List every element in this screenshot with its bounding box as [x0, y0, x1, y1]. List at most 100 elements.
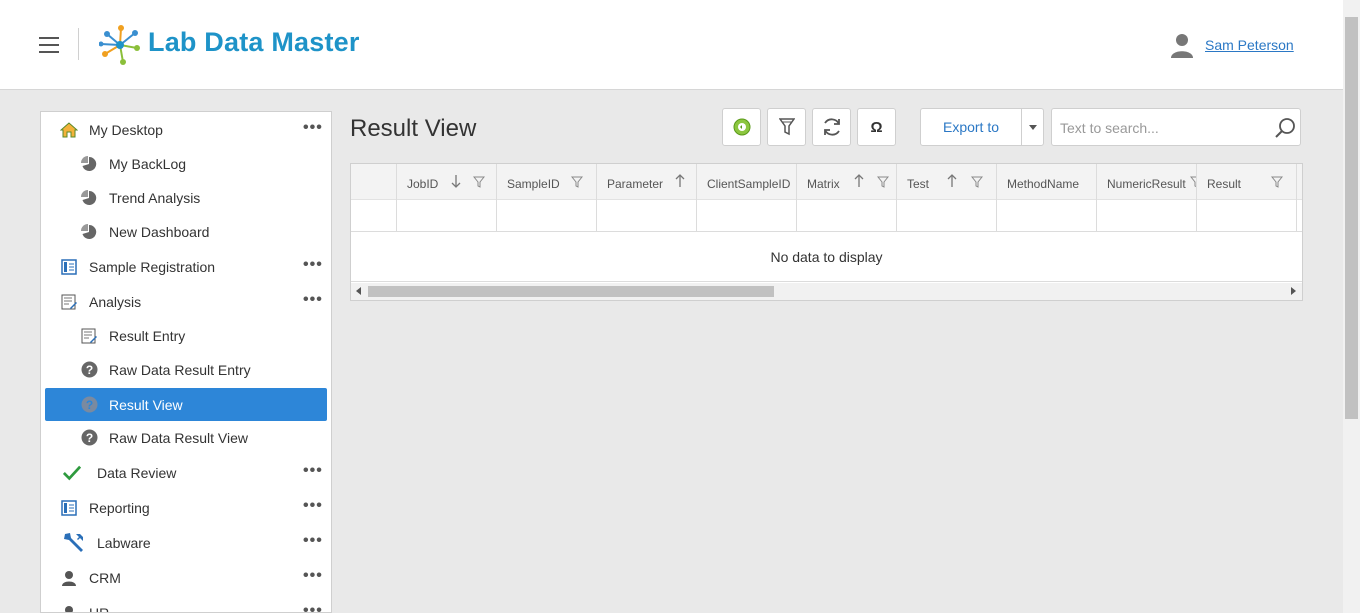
sidebar-item-trend-analysis[interactable]: Trend Analysis [45, 181, 327, 214]
column-header-label: Matrix [807, 177, 840, 191]
more-options-icon[interactable]: ••• [303, 602, 323, 612]
filter-button[interactable] [767, 108, 806, 146]
sidebar-item-label: Labware [97, 534, 151, 551]
person-icon [60, 569, 78, 587]
sidebar-item-label: Result Entry [109, 327, 186, 344]
sidebar-item-label: Sample Registration [89, 258, 216, 275]
filter-cell-matrix[interactable] [797, 200, 897, 232]
more-options-icon[interactable]: ••• [303, 462, 323, 480]
export-button[interactable]: Export to [920, 108, 1022, 146]
sidebar-item-raw-data-result-view[interactable]: ? Raw Data Result View [45, 421, 327, 454]
home-icon [60, 121, 78, 139]
scroll-left-arrow-icon[interactable] [356, 287, 361, 295]
sidebar-item-reporting[interactable]: Reporting ••• [45, 491, 327, 524]
sidebar-item-result-view[interactable]: ? Result View [45, 388, 327, 421]
grid-scrollbar-thumb[interactable] [368, 286, 774, 297]
sidebar-item-raw-data-result-entry[interactable]: ? Raw Data Result Entry [45, 353, 327, 386]
sidebar-item-crm[interactable]: CRM ••• [45, 561, 327, 594]
column-header-label: ClientSampleID [707, 177, 791, 191]
pie-chart-icon [80, 223, 98, 241]
column-header-label: NumericResult [1107, 177, 1186, 191]
column-filter-icon[interactable] [473, 176, 485, 188]
sidebar-item-result-entry[interactable]: Result Entry [45, 319, 327, 352]
checkmark-icon [63, 464, 81, 482]
export-dropdown-button[interactable] [1021, 108, 1044, 146]
column-header-parameter[interactable]: Parameter [597, 164, 697, 200]
filter-cell-jobid[interactable] [397, 200, 497, 232]
sidebar-item-label: Data Review [97, 464, 177, 481]
sidebar-item-data-review[interactable]: Data Review ••• [45, 456, 327, 489]
column-filter-icon[interactable] [1271, 176, 1283, 188]
filter-cell-sampleid[interactable] [497, 200, 597, 232]
sidebar-item-label: New Dashboard [109, 223, 210, 240]
sidebar-item-my-desktop[interactable]: My Desktop ••• [45, 113, 327, 146]
column-header-label: SampleID [507, 177, 560, 191]
sidebar-item-labware[interactable]: Labware ••• [45, 526, 327, 559]
sidebar-item-label: HR [89, 604, 110, 613]
page-scrollbar[interactable] [1343, 0, 1360, 613]
filter-cell-result[interactable] [1197, 200, 1297, 232]
column-filter-icon[interactable] [877, 176, 889, 188]
molecule-logo-icon [99, 25, 140, 65]
app-header: Lab Data Master Sam Peterson [0, 0, 1343, 90]
filter-cell-clientsampleid[interactable] [697, 200, 797, 232]
sort-ascending-icon [854, 174, 864, 187]
sidebar-item-analysis[interactable]: Analysis ••• [45, 285, 327, 318]
result-grid: JobID SampleID Parameter ClientSampleID … [350, 163, 1303, 301]
more-options-icon[interactable]: ••• [303, 291, 323, 309]
user-name-link[interactable]: Sam Peterson [1205, 37, 1294, 53]
column-filter-icon[interactable] [971, 176, 983, 188]
column-filter-icon[interactable] [1190, 176, 1197, 188]
page-scrollbar-thumb[interactable] [1345, 17, 1358, 419]
sidebar-item-label: Result View [109, 396, 183, 413]
user-avatar-icon[interactable] [1170, 32, 1194, 58]
pie-chart-icon [80, 189, 98, 207]
sidebar-item-label: Trend Analysis [109, 189, 201, 206]
page-title: Result View [350, 115, 477, 142]
sort-descending-icon [451, 175, 461, 188]
filter-cell-methodname[interactable] [997, 200, 1097, 232]
sidebar-item-my-backlog[interactable]: My BackLog [45, 147, 327, 180]
column-header-methodname[interactable]: MethodName [997, 164, 1097, 200]
wrench-icon [62, 531, 86, 555]
column-chooser-button[interactable]: Ω [857, 108, 896, 146]
sidebar-item-sample-registration[interactable]: Sample Registration ••• [45, 250, 327, 283]
sidebar-item-hr[interactable]: HR ••• [45, 596, 327, 613]
sidebar-item-new-dashboard[interactable]: New Dashboard [45, 215, 327, 248]
column-filter-icon[interactable] [571, 176, 583, 188]
column-header-result[interactable]: Result [1197, 164, 1297, 200]
column-header-matrix[interactable]: Matrix [797, 164, 897, 200]
add-button[interactable] [722, 108, 761, 146]
column-header-jobid[interactable]: JobID [397, 164, 497, 200]
more-options-icon[interactable]: ••• [303, 567, 323, 585]
grid-filter-row [351, 200, 1302, 232]
sidebar-nav: My Desktop ••• My BackLog Trend Analysis… [40, 111, 332, 613]
grid-header-select-column [351, 164, 397, 200]
refresh-button[interactable] [812, 108, 851, 146]
column-header-label: Test [907, 177, 930, 191]
edit-form-icon [60, 293, 78, 311]
filter-cell-numericresult[interactable] [1097, 200, 1197, 232]
more-options-icon[interactable]: ••• [303, 119, 323, 137]
column-header-label: JobID [407, 177, 439, 191]
column-header-clientsampleid[interactable]: ClientSampleID [697, 164, 797, 200]
sort-ascending-icon [947, 174, 957, 187]
column-header-test[interactable]: Test [897, 164, 997, 200]
filter-cell-test[interactable] [897, 200, 997, 232]
header-divider [78, 28, 79, 60]
grid-horizontal-scrollbar[interactable] [351, 283, 1302, 300]
svg-text:?: ? [85, 363, 92, 377]
form-icon [60, 499, 78, 517]
more-options-icon[interactable]: ••• [303, 532, 323, 550]
search-icon[interactable] [1274, 117, 1296, 139]
column-header-sampleid[interactable]: SampleID [497, 164, 597, 200]
sidebar-item-label: Analysis [89, 293, 142, 310]
search-input[interactable] [1060, 118, 1270, 138]
filter-cell [351, 200, 397, 232]
column-header-numericresult[interactable]: NumericResult [1097, 164, 1197, 200]
more-options-icon[interactable]: ••• [303, 256, 323, 274]
filter-cell-parameter[interactable] [597, 200, 697, 232]
hamburger-menu-icon[interactable] [39, 37, 59, 53]
more-options-icon[interactable]: ••• [303, 497, 323, 515]
scroll-right-arrow-icon[interactable] [1291, 287, 1296, 295]
